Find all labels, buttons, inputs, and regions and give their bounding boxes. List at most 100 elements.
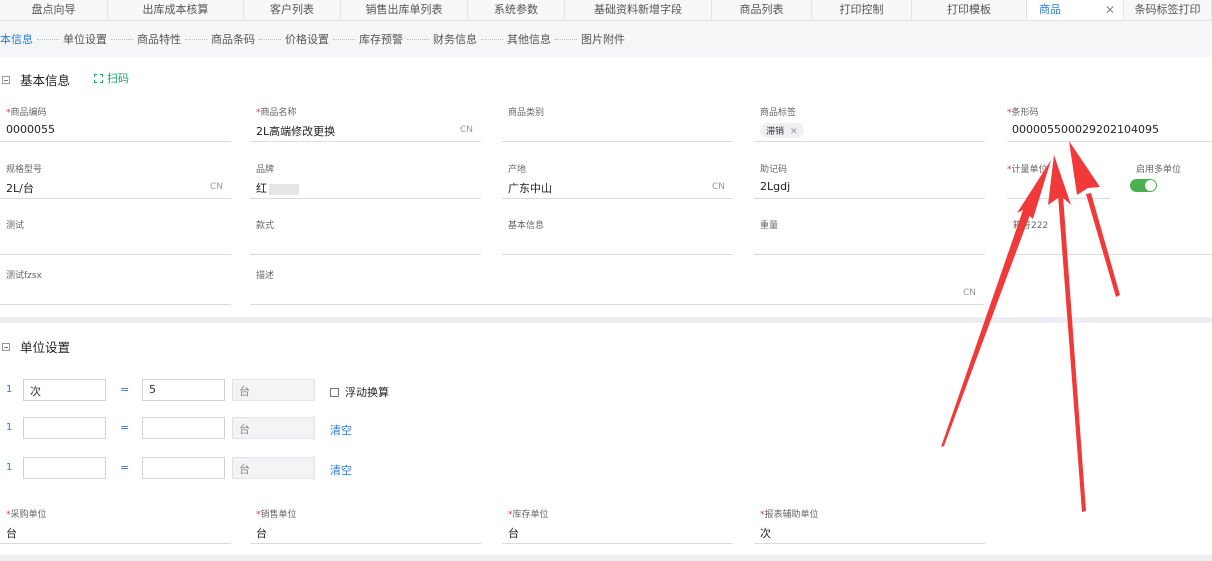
measure-unit-field[interactable]: *计量单位	[1007, 162, 1110, 199]
mnemonic-field[interactable]: 助记码 2Lgdj	[754, 162, 985, 199]
field-label: 产地	[508, 165, 527, 175]
field-label: 品牌	[256, 165, 275, 175]
anchor-stock-alert[interactable]: 库存预警	[359, 31, 403, 47]
barcode-field[interactable]: *条形码 00000550002920210409​5	[1007, 105, 1212, 142]
description-field[interactable]: 描述 CN	[250, 268, 984, 305]
report-aux-unit-select[interactable]: 次	[760, 525, 985, 541]
checkbox-icon[interactable]	[330, 387, 339, 397]
conversion-factor-input[interactable]: 5	[142, 379, 225, 401]
sales-unit-select[interactable]: 台	[256, 525, 481, 541]
cn-language-badge[interactable]: CN	[712, 182, 725, 192]
unit-settings-header[interactable]: 单位设置	[2, 337, 70, 356]
tab-cost-accounting[interactable]: 出库成本核算	[108, 0, 244, 20]
close-icon[interactable]: ✕	[1105, 0, 1115, 20]
test-fzsx-field[interactable]: 测试fzsx	[0, 268, 231, 305]
tab-print-control[interactable]: 打印控制	[812, 0, 912, 20]
product-tag-field[interactable]: 商品标签 滞销 ✕	[754, 105, 985, 142]
brand-input[interactable]: 红	[256, 180, 481, 196]
field-label: 条形码	[1011, 108, 1039, 118]
test-field[interactable]: 测试	[0, 218, 231, 255]
cn-language-badge[interactable]: CN	[460, 125, 473, 135]
barcode-input[interactable]: 00000550002920210409​5	[1012, 123, 1212, 136]
tab-inventory-wizard[interactable]: 盘点向导	[0, 0, 108, 20]
row-index: 1	[6, 384, 13, 395]
anchor-finance-info[interactable]: 财务信息	[433, 31, 477, 47]
weight-field[interactable]: 重量	[754, 218, 985, 255]
field-label: 报表辅助单位	[764, 510, 819, 520]
tab-bar: 盘点向导 出库成本核算 客户列表 销售出库单列表 系统参数 基础资料新增字段 商…	[0, 0, 1212, 21]
spec-model-input[interactable]: 2L/台	[6, 180, 231, 196]
tab-print-template[interactable]: 打印模板	[912, 0, 1027, 20]
tag-label: 滞销	[766, 127, 785, 137]
product-name-field[interactable]: *商品名称 2L高端修改更换 CN	[250, 105, 481, 142]
field-label: 采购单位	[10, 510, 47, 520]
clear-row-link[interactable]: 清空	[330, 462, 352, 478]
tab-product[interactable]: 商品 ✕	[1027, 0, 1124, 20]
anchor-product-features[interactable]: 商品特性	[137, 31, 181, 47]
field-label: 商品类别	[508, 108, 545, 118]
field-label: 描述	[256, 271, 275, 281]
anchor-product-barcode[interactable]: 商品条码	[211, 31, 255, 47]
style-field[interactable]: 款式	[250, 218, 481, 255]
tab-system-params[interactable]: 系统参数	[468, 0, 565, 20]
tab-barcode-label-print[interactable]: 条码标签打印	[1124, 0, 1212, 20]
stock-unit-field[interactable]: *库存单位 台	[502, 507, 733, 544]
section-anchor-nav: 本信息 单位设置 商品特性 商品条码 价格设置 库存预警 财务信息 其他信息 图…	[0, 21, 1212, 57]
anchor-unit-settings[interactable]: 单位设置	[63, 31, 107, 47]
report-aux-unit-field[interactable]: *报表辅助单位 次	[754, 507, 985, 544]
scan-button[interactable]: 扫码	[94, 70, 129, 86]
tab-label: 条码标签打印	[1134, 3, 1201, 16]
field-label: 启用多单位	[1136, 165, 1182, 175]
multi-unit-toggle[interactable]	[1130, 179, 1157, 192]
tag-chip[interactable]: 滞销 ✕	[760, 123, 804, 138]
cn-language-badge[interactable]: CN	[963, 288, 976, 298]
anchor-basic-info[interactable]: 本信息	[0, 31, 33, 47]
purchase-unit-field[interactable]: *采购单位 台	[0, 507, 231, 544]
anchor-image-attachments[interactable]: 图片附件	[581, 31, 625, 47]
basic-info-field[interactable]: 基本信息	[502, 218, 733, 255]
product-name-input[interactable]: 2L高端修改更换	[256, 123, 481, 139]
tab-label: 打印控制	[839, 3, 884, 16]
sales-unit-field[interactable]: *销售单位 台	[250, 507, 481, 544]
mnemonic-input[interactable]: 2Lgdj	[760, 180, 985, 193]
origin-input[interactable]: 广东中山	[508, 180, 733, 196]
field-label: 测试fzsx	[6, 271, 42, 281]
field-label: 库存单位	[512, 510, 549, 520]
product-code-input[interactable]: 0000055	[6, 123, 231, 136]
anchor-other-info[interactable]: 其他信息	[507, 31, 551, 47]
tab-label: 商品列表	[739, 3, 784, 16]
dotted-separator	[555, 38, 577, 40]
box-number-field[interactable]: 箱号222	[1007, 218, 1212, 255]
stock-unit-select[interactable]: 台	[508, 525, 733, 541]
cn-language-badge[interactable]: CN	[210, 182, 223, 192]
tab-basic-data-fields[interactable]: 基础资料新增字段	[565, 0, 712, 20]
brand-field[interactable]: 品牌 红	[250, 162, 481, 199]
float-conversion-checkbox[interactable]: 浮动换算	[330, 384, 389, 400]
basic-info-header[interactable]: 基本信息	[2, 70, 70, 89]
aux-unit-input[interactable]: 次	[23, 379, 106, 401]
product-category-field[interactable]: 商品类别	[502, 105, 733, 142]
tab-customer-list[interactable]: 客户列表	[244, 0, 341, 20]
aux-unit-input[interactable]	[23, 457, 106, 479]
purchase-unit-select[interactable]: 台	[6, 525, 231, 541]
annotation-arrow	[1048, 155, 1086, 512]
tab-sales-outbound-list[interactable]: 销售出库单列表	[341, 0, 468, 20]
tab-label: 商品	[1039, 3, 1061, 16]
product-code-field[interactable]: *商品编码 0000055	[0, 105, 231, 142]
remove-tag-icon[interactable]: ✕	[790, 127, 798, 137]
conversion-factor-input[interactable]	[142, 417, 225, 439]
dotted-separator	[333, 38, 355, 40]
aux-unit-input[interactable]	[23, 417, 106, 439]
spec-model-field[interactable]: 规格型号 2L/台 CN	[0, 162, 231, 199]
equals-sign: =	[120, 383, 130, 396]
equals-sign: =	[120, 461, 130, 474]
collapse-icon[interactable]	[2, 75, 10, 84]
anchor-price-settings[interactable]: 价格设置	[285, 31, 329, 47]
conversion-factor-input[interactable]	[142, 457, 225, 479]
tab-product-list[interactable]: 商品列表	[712, 0, 812, 20]
collapse-icon[interactable]	[2, 342, 10, 351]
origin-field[interactable]: 产地 广东中山 CN	[502, 162, 733, 199]
clear-row-link[interactable]: 清空	[330, 422, 352, 438]
multi-unit-field: 启用多单位	[1136, 162, 1212, 175]
base-unit-display: 台	[232, 379, 315, 401]
